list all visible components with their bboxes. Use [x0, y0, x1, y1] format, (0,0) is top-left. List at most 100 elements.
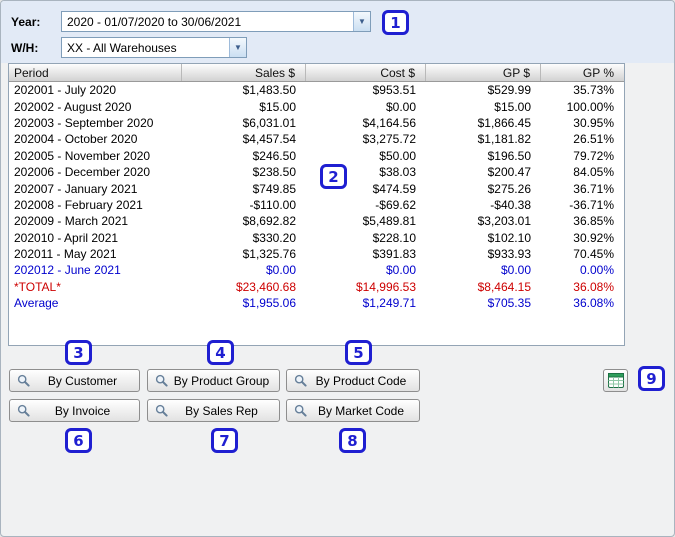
cell-period: 202002 - August 2020: [14, 99, 132, 114]
annotation-mark-5: 5: [345, 340, 372, 365]
cell-cost: $391.83: [372, 247, 416, 262]
by-market-code-button[interactable]: By Market Code: [286, 399, 420, 422]
annotation-mark-1: 1: [382, 10, 409, 35]
table-row[interactable]: 202003 - September 2020 $6,031.01 $4,164.5…: [9, 115, 624, 131]
table-row[interactable]: 202008 - February 2021 -$110.00 -$69.62 -$4…: [9, 197, 624, 213]
year-select[interactable]: 2020 - 01/07/2020 to 30/06/2021 ▼: [61, 11, 371, 32]
table-row[interactable]: *TOTAL* $23,460.68 $14,996.53 $8,464.15 36.0…: [9, 279, 624, 295]
table-row[interactable]: 202001 - July 2020 $1,483.50 $953.51 $529.9…: [9, 82, 624, 98]
cell-period: 202010 - April 2021: [14, 230, 119, 245]
cell-sales: $8,692.82: [242, 214, 296, 229]
by-customer-button[interactable]: By Customer: [9, 369, 140, 392]
cell-sales: -$110.00: [249, 197, 296, 212]
cell-sales: $15.00: [259, 99, 296, 114]
cell-cost: $5,489.81: [362, 214, 416, 229]
column-header-period[interactable]: Period: [9, 64, 182, 81]
cell-gp: $529.99: [487, 83, 531, 98]
table-row[interactable]: 202011 - May 2021 $1,325.76 $391.83 $933.93…: [9, 246, 624, 262]
by-invoice-button[interactable]: By Invoice: [9, 399, 140, 422]
table-row[interactable]: 202007 - January 2021 $749.85 $474.59 $275.…: [9, 180, 624, 196]
search-icon: [17, 404, 30, 417]
cell-sales: $4,457.54: [242, 132, 296, 147]
cell-gp_pct: 84.05%: [573, 165, 614, 180]
cell-gp_pct: 36.85%: [573, 214, 614, 229]
cell-gp_pct: 36.08%: [573, 279, 614, 294]
table-row[interactable]: 202012 - June 2021 $0.00 $0.00 $0.00 0.00%: [9, 262, 624, 278]
cell-period: 202012 - June 2021: [14, 263, 121, 278]
cell-gp_pct: 79.72%: [573, 148, 614, 163]
table-row[interactable]: 202005 - November 2020 $246.50 $50.00 $196.…: [9, 148, 624, 164]
cell-cost: $0.00: [385, 99, 416, 114]
year-select-value: 2020 - 01/07/2020 to 30/06/2021: [67, 15, 242, 29]
cell-period: 202006 - December 2020: [14, 165, 151, 180]
cell-period: *TOTAL*: [14, 279, 61, 294]
cell-gp_pct: 30.92%: [573, 230, 614, 245]
column-header-gp[interactable]: GP $: [426, 64, 541, 81]
warehouse-label: W/H:: [11, 40, 39, 55]
cell-period: 202011 - May 2021: [14, 247, 117, 262]
by-product-group-button[interactable]: By Product Group: [147, 369, 280, 392]
annotation-mark-6: 6: [65, 428, 92, 453]
cell-cost: $14,996.53: [355, 279, 416, 294]
cell-gp_pct: 70.45%: [573, 247, 614, 262]
column-header-cost[interactable]: Cost $: [306, 64, 426, 81]
cell-cost: $3,275.72: [362, 132, 416, 147]
column-header-sales[interactable]: Sales $: [182, 64, 306, 81]
cell-cost: $1,249.71: [362, 296, 416, 311]
cell-sales: $23,460.68: [235, 279, 296, 294]
table-row[interactable]: 202002 - August 2020 $15.00 $0.00 $15.00 100…: [9, 98, 624, 114]
sales-summary-window: Year: 2020 - 01/07/2020 to 30/06/2021 ▼ …: [0, 0, 675, 537]
cell-sales: $1,325.76: [242, 247, 296, 262]
cell-cost: -$69.62: [375, 197, 416, 212]
annotation-mark-8: 8: [339, 428, 366, 453]
cell-period: 202005 - November 2020: [14, 148, 151, 163]
cell-gp: $3,203.01: [477, 214, 531, 229]
by-product-code-label: By Product Code: [315, 373, 407, 388]
cell-sales: $6,031.01: [242, 115, 296, 130]
table-row[interactable]: 202006 - December 2020 $238.50 $38.03 $200.…: [9, 164, 624, 180]
table-row[interactable]: 202004 - October 2020 $4,457.54 $3,275.72 $…: [9, 131, 624, 147]
cell-sales: $1,483.50: [242, 83, 296, 98]
cell-gp: $8,464.15: [477, 279, 531, 294]
cell-gp_pct: -36.71%: [569, 197, 614, 212]
cell-sales: $246.50: [252, 148, 296, 163]
by-product-code-button[interactable]: By Product Code: [286, 369, 420, 392]
sales-summary-table: Period Sales $ Cost $ GP $ GP % 202001 -…: [8, 63, 625, 346]
excel-export-icon: [607, 373, 624, 388]
cell-gp_pct: 26.51%: [573, 132, 614, 147]
column-header-gp-pct[interactable]: GP %: [541, 64, 624, 81]
by-product-group-label: By Product Group: [173, 373, 270, 388]
cell-period: 202009 - March 2021: [14, 214, 129, 229]
cell-gp: $1,181.82: [477, 132, 531, 147]
cell-gp_pct: 30.95%: [573, 115, 614, 130]
cell-gp_pct: 35.73%: [573, 83, 614, 98]
annotation-mark-4: 4: [207, 340, 234, 365]
table-row[interactable]: Average $1,955.06 $1,249.71 $705.35 36.08%: [9, 295, 624, 311]
by-invoice-label: By Invoice: [54, 403, 111, 418]
cell-gp: $200.47: [487, 165, 531, 180]
annotation-mark-2: 2: [320, 164, 347, 189]
cell-gp: $933.93: [487, 247, 531, 262]
by-sales-rep-button[interactable]: By Sales Rep: [147, 399, 280, 422]
year-filter-row: Year: 2020 - 01/07/2020 to 30/06/2021 ▼: [11, 11, 371, 32]
search-icon: [294, 374, 307, 387]
cell-cost: $0.00: [385, 263, 416, 278]
annotation-mark-3: 3: [65, 340, 92, 365]
chevron-down-icon: ▼: [353, 12, 370, 31]
filter-panel: Year: 2020 - 01/07/2020 to 30/06/2021 ▼ …: [1, 1, 674, 63]
cell-cost: $4,164.56: [362, 115, 416, 130]
cell-period: 202007 - January 2021: [14, 181, 138, 196]
warehouse-select-value: XX - All Warehouses: [67, 41, 177, 55]
warehouse-select[interactable]: XX - All Warehouses ▼: [61, 37, 247, 58]
export-to-excel-button[interactable]: [603, 369, 628, 392]
cell-period: 202008 - February 2021: [14, 197, 143, 212]
cell-gp_pct: 36.71%: [573, 181, 614, 196]
search-icon: [17, 374, 30, 387]
table-row[interactable]: 202009 - March 2021 $8,692.82 $5,489.81 $3,…: [9, 213, 624, 229]
table-row[interactable]: 202010 - April 2021 $330.20 $228.10 $102.10…: [9, 230, 624, 246]
cell-gp: $196.50: [487, 148, 531, 163]
by-sales-rep-label: By Sales Rep: [185, 403, 258, 418]
cell-period: Average: [14, 296, 59, 311]
cell-gp: $0.00: [500, 263, 531, 278]
search-icon: [294, 404, 307, 417]
